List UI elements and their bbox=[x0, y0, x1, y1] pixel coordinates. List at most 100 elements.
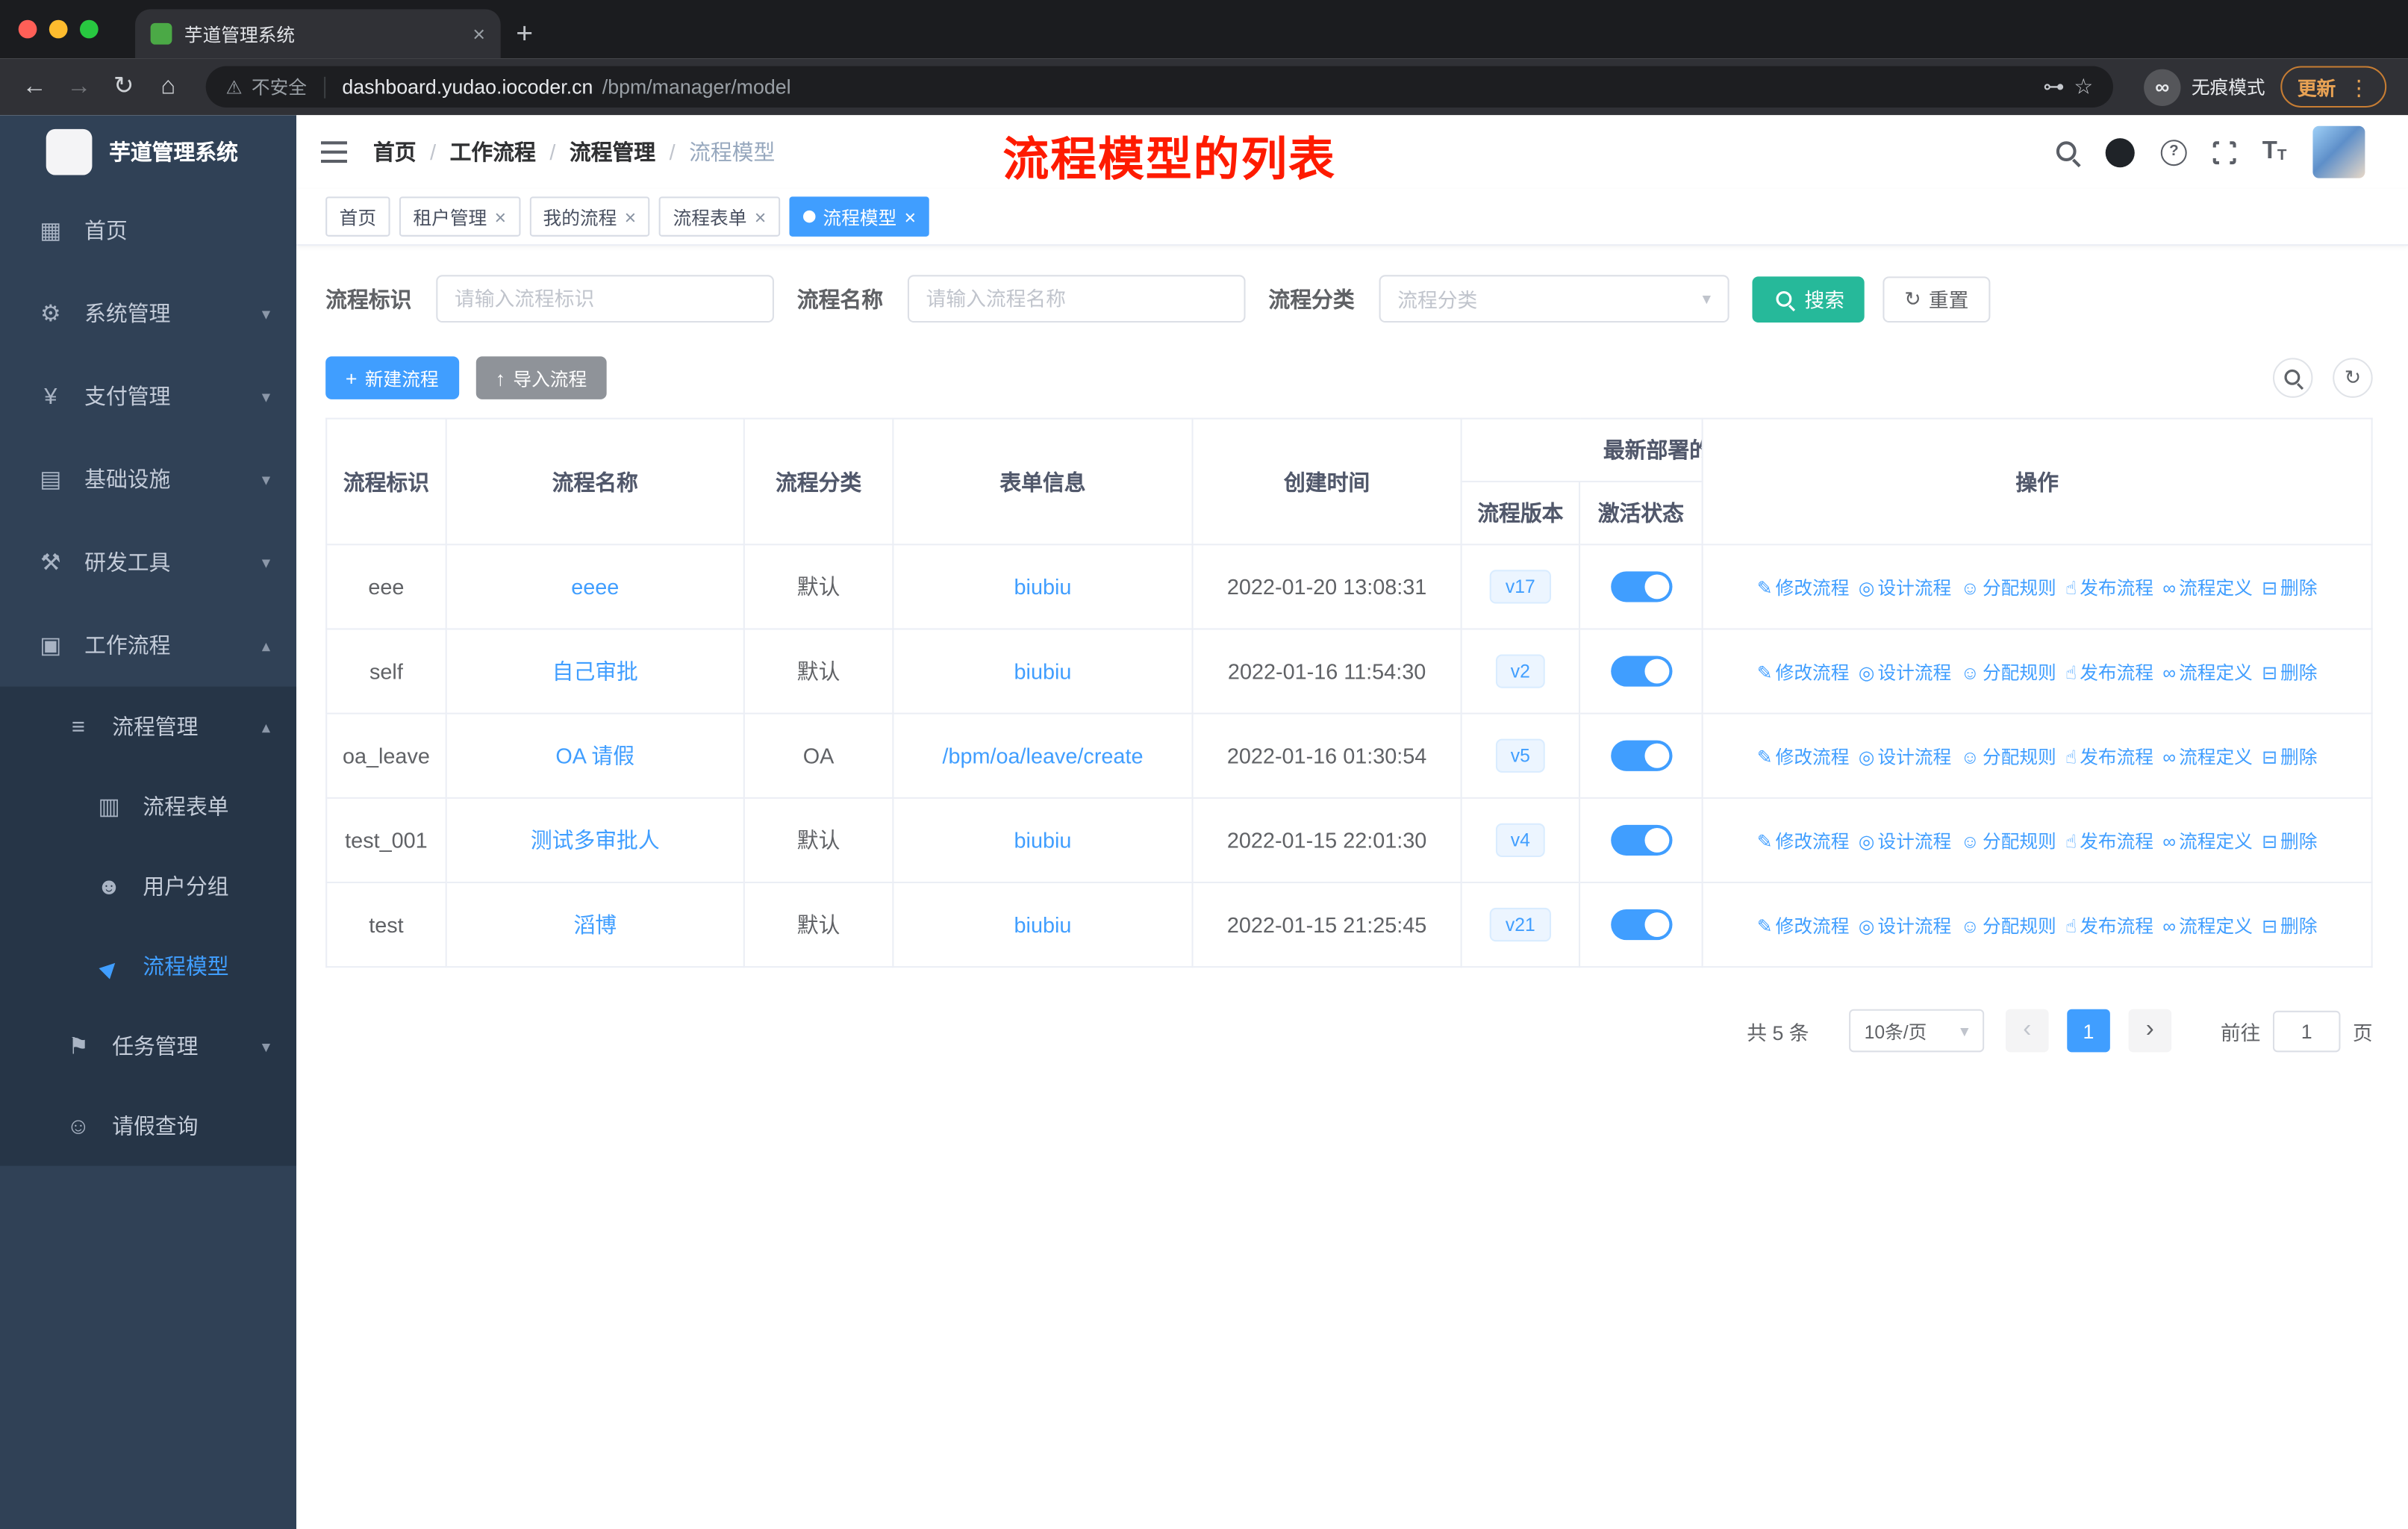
window-minimize-button[interactable] bbox=[49, 19, 68, 39]
process-name-link[interactable]: eeee bbox=[571, 574, 619, 599]
close-icon[interactable]: × bbox=[905, 207, 917, 227]
delete-link[interactable]: ⊟ 删除 bbox=[2262, 658, 2317, 685]
sidebar-item-process-model[interactable]: ▶ 流程模型 bbox=[0, 927, 296, 1006]
sidebar-collapse-icon[interactable] bbox=[320, 141, 347, 163]
modify-process-link[interactable]: ✎ 修改流程 bbox=[1757, 912, 1850, 938]
form-info-link[interactable]: /bpm/oa/leave/create bbox=[942, 744, 1143, 768]
back-button[interactable]: ← bbox=[12, 74, 57, 99]
key-icon[interactable]: ⊶ bbox=[2043, 74, 2065, 100]
assign-rule-link[interactable]: ☺ 分配规则 bbox=[1961, 912, 2056, 938]
sidebar-item-payment[interactable]: ¥ 支付管理 ▾ bbox=[0, 355, 296, 437]
process-definition-link[interactable]: ∞ 流程定义 bbox=[2162, 743, 2253, 769]
close-icon[interactable]: × bbox=[495, 207, 507, 227]
sidebar-item-process-management[interactable]: ≡ 流程管理 ▴ bbox=[0, 687, 296, 767]
form-info-link[interactable]: biubiu bbox=[1014, 574, 1072, 599]
form-info-link[interactable]: biubiu bbox=[1014, 912, 1072, 937]
user-avatar[interactable] bbox=[2312, 125, 2365, 178]
publish-process-link[interactable]: ☝ 发布流程 bbox=[2065, 743, 2153, 769]
modify-process-link[interactable]: ✎ 修改流程 bbox=[1757, 658, 1850, 685]
version-badge[interactable]: v17 bbox=[1490, 570, 1551, 604]
search-button[interactable]: 搜索 bbox=[1752, 275, 1865, 323]
process-definition-link[interactable]: ∞ 流程定义 bbox=[2162, 912, 2253, 938]
design-process-link[interactable]: ◎ 设计流程 bbox=[1859, 573, 1951, 600]
process-name-link[interactable]: OA 请假 bbox=[555, 744, 634, 768]
active-toggle[interactable] bbox=[1610, 571, 1672, 602]
sidebar-item-infrastructure[interactable]: ▤ 基础设施 ▾ bbox=[0, 437, 296, 520]
modify-process-link[interactable]: ✎ 修改流程 bbox=[1757, 743, 1850, 769]
process-definition-link[interactable]: ∞ 流程定义 bbox=[2162, 658, 2253, 685]
tag-my-process[interactable]: 我的流程 × bbox=[529, 196, 650, 237]
search-icon[interactable] bbox=[2055, 140, 2080, 164]
process-definition-link[interactable]: ∞ 流程定义 bbox=[2162, 573, 2253, 600]
breadcrumb-item[interactable]: 流程管理 bbox=[570, 137, 655, 167]
page-number-current[interactable]: 1 bbox=[2067, 1009, 2110, 1053]
fullscreen-icon[interactable] bbox=[2209, 137, 2239, 167]
delete-link[interactable]: ⊟ 删除 bbox=[2262, 743, 2317, 769]
page-size-select[interactable]: 10条/页 ▾ bbox=[1849, 1009, 1985, 1053]
publish-process-link[interactable]: ☝ 发布流程 bbox=[2065, 658, 2153, 685]
create-process-button[interactable]: + 新建流程 bbox=[325, 356, 459, 399]
breadcrumb-item[interactable]: 首页 bbox=[373, 137, 417, 167]
modify-process-link[interactable]: ✎ 修改流程 bbox=[1757, 827, 1850, 853]
delete-link[interactable]: ⊟ 删除 bbox=[2262, 827, 2317, 853]
process-name-link[interactable]: 测试多审批人 bbox=[531, 828, 660, 853]
sidebar-item-task-management[interactable]: ⚑ 任务管理 ▾ bbox=[0, 1006, 296, 1086]
version-badge[interactable]: v2 bbox=[1495, 654, 1546, 688]
home-button[interactable]: ⌂ bbox=[146, 74, 190, 99]
sidebar-item-devtools[interactable]: ⚒ 研发工具 ▾ bbox=[0, 520, 296, 603]
assign-rule-link[interactable]: ☺ 分配规则 bbox=[1961, 827, 2056, 853]
sidebar-item-user-group[interactable]: ☻ 用户分组 bbox=[0, 847, 296, 927]
active-toggle[interactable] bbox=[1610, 824, 1672, 856]
active-toggle[interactable] bbox=[1610, 740, 1672, 771]
reload-button[interactable]: ↻ bbox=[102, 74, 146, 99]
sidebar-item-system[interactable]: ⚙ 系统管理 ▾ bbox=[0, 272, 296, 355]
delete-link[interactable]: ⊟ 删除 bbox=[2262, 912, 2317, 938]
sidebar-item-process-form[interactable]: ▥ 流程表单 bbox=[0, 767, 296, 847]
refresh-table-button[interactable]: ↻ bbox=[2333, 358, 2373, 398]
font-size-icon[interactable]: TT bbox=[2262, 139, 2287, 164]
active-toggle[interactable] bbox=[1610, 909, 1672, 941]
prev-page-button[interactable]: ‹ bbox=[2005, 1009, 2049, 1053]
goto-page-input[interactable] bbox=[2272, 1009, 2341, 1052]
design-process-link[interactable]: ◎ 设计流程 bbox=[1859, 827, 1951, 853]
process-name-input[interactable] bbox=[907, 275, 1246, 323]
browser-tab[interactable]: 芋道管理系统 × bbox=[135, 9, 501, 59]
tag-process-model[interactable]: 流程模型 × bbox=[789, 196, 930, 237]
tag-home[interactable]: 首页 bbox=[325, 196, 390, 237]
reset-button[interactable]: ↻ 重置 bbox=[1883, 275, 1991, 323]
delete-link[interactable]: ⊟ 删除 bbox=[2262, 573, 2317, 600]
window-zoom-button[interactable] bbox=[79, 19, 99, 39]
github-icon[interactable] bbox=[2105, 137, 2136, 167]
publish-process-link[interactable]: ☝ 发布流程 bbox=[2065, 827, 2153, 853]
design-process-link[interactable]: ◎ 设计流程 bbox=[1859, 658, 1951, 685]
assign-rule-link[interactable]: ☺ 分配规则 bbox=[1961, 658, 2056, 685]
close-icon[interactable]: × bbox=[755, 207, 767, 227]
new-tab-button[interactable]: + bbox=[516, 20, 533, 49]
process-key-input[interactable] bbox=[436, 275, 774, 323]
tag-process-form[interactable]: 流程表单 × bbox=[659, 196, 780, 237]
modify-process-link[interactable]: ✎ 修改流程 bbox=[1757, 573, 1850, 600]
import-process-button[interactable]: ↑ 导入流程 bbox=[475, 356, 607, 399]
tag-tenant-management[interactable]: 租户管理 × bbox=[399, 196, 520, 237]
forward-button[interactable]: → bbox=[57, 74, 102, 99]
update-button[interactable]: 更新 ⋮ bbox=[2280, 66, 2387, 108]
sidebar-item-home[interactable]: ▦ 首页 bbox=[0, 189, 296, 272]
tab-close-icon[interactable]: × bbox=[472, 23, 485, 45]
process-name-link[interactable]: 滔博 bbox=[573, 912, 617, 937]
form-info-link[interactable]: biubiu bbox=[1014, 659, 1072, 684]
address-bar[interactable]: ⚠ 不安全 dashboard.yudao.iocoder.cn/bpm/man… bbox=[205, 66, 2113, 108]
process-definition-link[interactable]: ∞ 流程定义 bbox=[2162, 827, 2253, 853]
publish-process-link[interactable]: ☝ 发布流程 bbox=[2065, 573, 2153, 600]
publish-process-link[interactable]: ☝ 发布流程 bbox=[2065, 912, 2153, 938]
toggle-search-button[interactable] bbox=[2272, 358, 2313, 398]
bookmark-star-icon[interactable]: ☆ bbox=[2074, 74, 2093, 100]
sidebar-item-workflow[interactable]: ▣ 工作流程 ▴ bbox=[0, 604, 296, 687]
form-info-link[interactable]: biubiu bbox=[1014, 828, 1072, 853]
version-badge[interactable]: v21 bbox=[1490, 907, 1551, 942]
category-select[interactable]: 流程分类 ▾ bbox=[1379, 275, 1729, 323]
breadcrumb-item[interactable]: 工作流程 bbox=[450, 137, 536, 167]
design-process-link[interactable]: ◎ 设计流程 bbox=[1859, 912, 1951, 938]
window-close-button[interactable] bbox=[18, 19, 37, 39]
next-page-button[interactable]: › bbox=[2128, 1009, 2172, 1053]
process-name-link[interactable]: 自己审批 bbox=[552, 659, 638, 684]
